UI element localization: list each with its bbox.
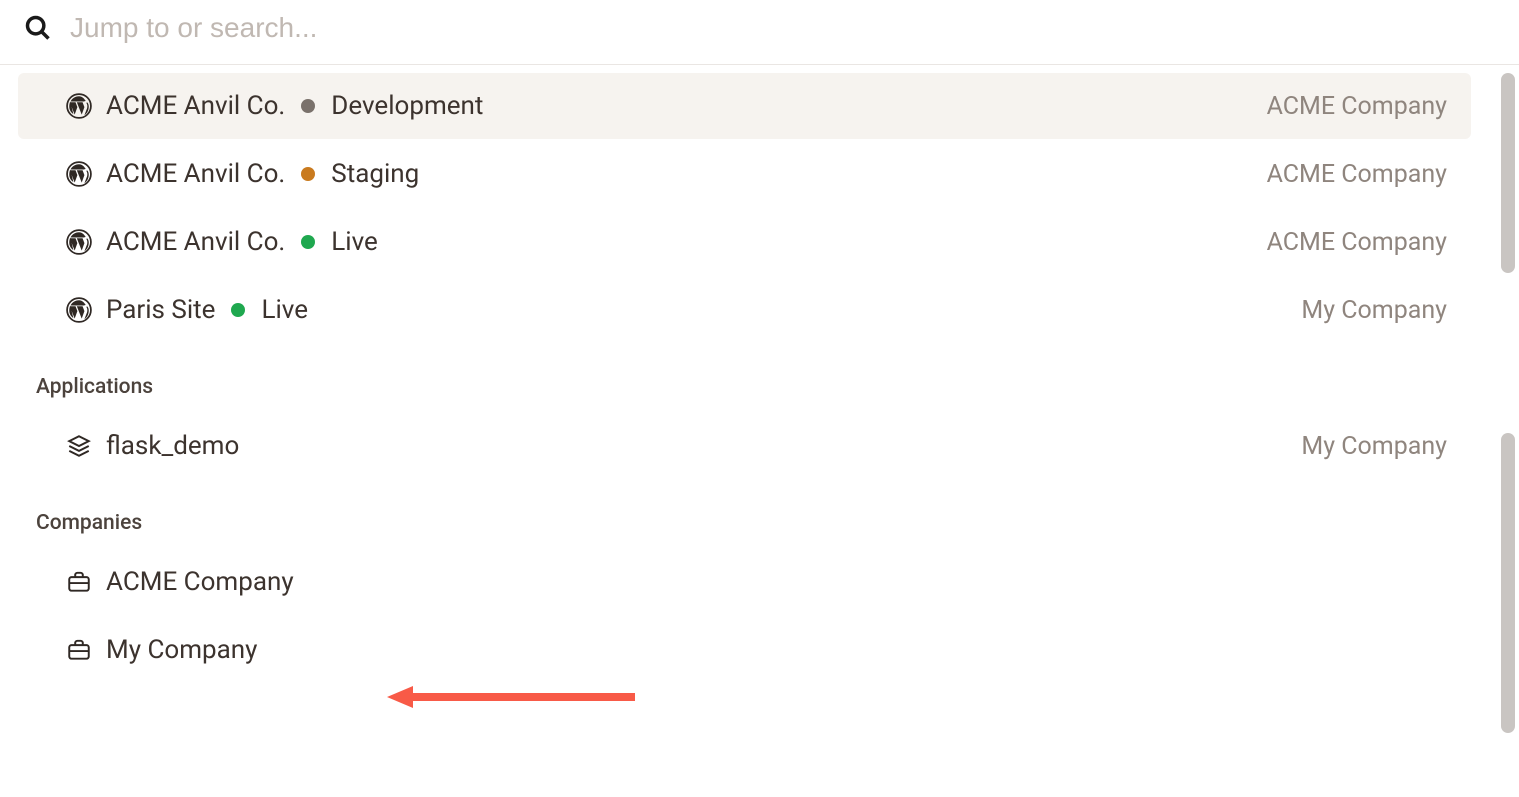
site-row[interactable]: ACME Anvil Co. Live ACME Company — [18, 209, 1471, 275]
company-row-text: My Company — [106, 635, 257, 665]
application-row-text: flask_demo — [106, 431, 239, 461]
site-company: My Company — [1301, 296, 1447, 325]
status-dot-icon — [301, 167, 315, 181]
company-name: My Company — [106, 635, 257, 665]
company-row-text: ACME Company — [106, 567, 294, 597]
site-name: ACME Anvil Co. — [106, 227, 285, 257]
site-name: ACME Anvil Co. — [106, 91, 285, 121]
briefcase-icon — [66, 637, 92, 663]
scrollbar-thumb[interactable] — [1501, 73, 1515, 273]
site-env: Development — [331, 91, 483, 121]
site-env: Live — [331, 227, 378, 257]
site-env: Live — [261, 295, 308, 325]
stack-icon — [66, 433, 92, 459]
section-header-companies: Companies — [0, 481, 1489, 547]
site-company: ACME Company — [1267, 92, 1447, 121]
application-name: flask_demo — [106, 431, 239, 461]
search-input[interactable] — [70, 12, 1495, 44]
wordpress-icon — [66, 229, 92, 255]
company-row[interactable]: My Company — [18, 617, 1471, 683]
site-row-text: ACME Anvil Co. Development — [106, 91, 483, 121]
site-row[interactable]: ACME Anvil Co. Development ACME Company — [18, 73, 1471, 139]
site-company: ACME Company — [1267, 160, 1447, 189]
site-name: Paris Site — [106, 295, 215, 325]
search-icon — [24, 14, 52, 42]
wordpress-icon — [66, 93, 92, 119]
site-row[interactable]: Paris Site Live My Company — [18, 277, 1471, 343]
site-company: ACME Company — [1267, 228, 1447, 257]
status-dot-icon — [301, 99, 315, 113]
briefcase-icon — [66, 569, 92, 595]
site-row-text: ACME Anvil Co. Live — [106, 227, 378, 257]
site-row-text: Paris Site Live — [106, 295, 308, 325]
section-header-applications: Applications — [0, 345, 1489, 411]
site-row[interactable]: ACME Anvil Co. Staging ACME Company — [18, 141, 1471, 207]
results-container: ACME Anvil Co. Development ACME Company AC… — [0, 73, 1519, 683]
annotation-arrow — [385, 682, 635, 712]
status-dot-icon — [301, 235, 315, 249]
application-row[interactable]: flask_demo My Company — [18, 413, 1471, 479]
wordpress-icon — [66, 161, 92, 187]
site-row-text: ACME Anvil Co. Staging — [106, 159, 419, 189]
site-env: Staging — [331, 159, 419, 189]
search-bar — [0, 0, 1519, 65]
site-name: ACME Anvil Co. — [106, 159, 285, 189]
scrollbar-track[interactable] — [1501, 73, 1515, 733]
status-dot-icon — [231, 303, 245, 317]
wordpress-icon — [66, 297, 92, 323]
company-row[interactable]: ACME Company — [18, 549, 1471, 615]
company-name: ACME Company — [106, 567, 294, 597]
scrollbar-thumb[interactable] — [1501, 433, 1515, 733]
application-company: My Company — [1301, 432, 1447, 461]
